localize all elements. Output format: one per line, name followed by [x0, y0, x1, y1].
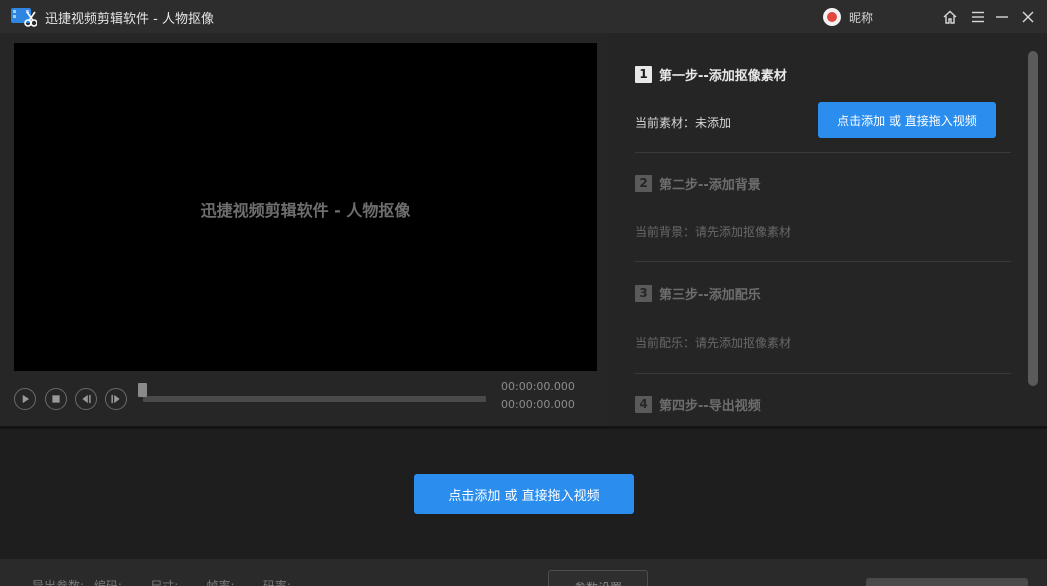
step-2-header: 2 第二步--添加背景: [635, 173, 1011, 193]
step-4-title: 第四步--导出视频: [659, 398, 761, 414]
total-time: 00:00:00.000: [501, 398, 575, 411]
playback-progress-bar[interactable]: [143, 396, 486, 402]
avatar-icon[interactable]: [823, 8, 841, 26]
current-time: 00:00:00.000: [501, 380, 575, 393]
current-background-status: 当前背景：请先添加抠像素材: [635, 225, 792, 239]
add-video-button[interactable]: 点击添加 或 直接拖入视频: [414, 474, 634, 514]
close-icon[interactable]: [1020, 9, 1036, 25]
step-3-header: 3 第三步--添加配乐: [635, 283, 1011, 303]
add-material-button[interactable]: 点击添加 或 直接拖入视频: [818, 102, 996, 138]
step-divider: [635, 261, 1011, 262]
step-1-title: 第一步--添加抠像素材: [659, 68, 787, 84]
playback-scrubber-handle[interactable]: [138, 383, 147, 397]
current-music-status: 当前配乐：请先添加抠像素材: [635, 336, 792, 350]
step-2-number: 2: [635, 174, 652, 192]
preview-placeholder-text: 迅捷视频剪辑软件 - 人物抠像: [200, 201, 411, 220]
prev-frame-icon[interactable]: [75, 388, 97, 410]
export-params-text: 导出参数: 编码: -- 尺寸: -- 帧率: -- 码率: --: [32, 579, 310, 586]
menu-icon[interactable]: [970, 9, 986, 25]
steps-panel: 1 第一步--添加抠像素材 当前素材：未添加 点击添加 或 直接拖入视频 2 第…: [607, 33, 1047, 426]
title-bar: 迅捷视频剪辑软件 - 人物抠像 昵称: [0, 0, 1047, 33]
steps-scrollbar[interactable]: [1028, 51, 1038, 386]
next-frame-icon[interactable]: [105, 388, 127, 410]
step-1: 1 第一步--添加抠像素材 当前素材：未添加 点击添加 或 直接拖入视频: [635, 64, 1011, 153]
stop-icon[interactable]: [45, 388, 67, 410]
user-account[interactable]: 昵称: [823, 8, 873, 26]
step-divider: [635, 373, 1011, 374]
drop-area[interactable]: 点击添加 或 直接拖入视频: [0, 429, 1047, 559]
step-3-number: 3: [635, 284, 652, 302]
play-icon[interactable]: [14, 388, 36, 410]
step-1-number: 1: [635, 65, 652, 83]
preview-panel: 迅捷视频剪辑软件 - 人物抠像 00:00:00.000 00:00:00.00…: [0, 33, 607, 426]
step-4-number: 4: [635, 395, 652, 413]
params-settings-button[interactable]: 参数设置: [548, 570, 648, 586]
step-1-header: 1 第一步--添加抠像素材: [635, 64, 1011, 84]
step-divider: [635, 152, 1011, 153]
app-window: 迅捷视频剪辑软件 - 人物抠像 昵称 迅捷视频剪辑软件 - 人物抠像 00:00…: [0, 0, 1047, 586]
step-2-title: 第二步--添加背景: [659, 177, 761, 193]
video-preview: 迅捷视频剪辑软件 - 人物抠像: [14, 43, 597, 371]
minimize-icon[interactable]: [994, 9, 1010, 25]
export-button[interactable]: [866, 578, 1028, 586]
home-icon[interactable]: [942, 9, 958, 25]
step-3: 3 第三步--添加配乐 当前配乐：请先添加抠像素材: [635, 283, 1011, 374]
footer-bar: 导出参数: 编码: -- 尺寸: -- 帧率: -- 码率: -- 参数设置: [0, 559, 1047, 586]
scissors-film-icon: [11, 8, 37, 27]
step-4: 4 第四步--导出视频: [635, 394, 1011, 414]
user-nickname[interactable]: 昵称: [849, 9, 873, 26]
step-2: 2 第二步--添加背景 当前背景：请先添加抠像素材: [635, 173, 1011, 262]
step-4-header: 4 第四步--导出视频: [635, 394, 1011, 414]
step-3-title: 第三步--添加配乐: [659, 287, 761, 303]
window-title: 迅捷视频剪辑软件 - 人物抠像: [45, 12, 214, 27]
current-material-status: 当前素材：未添加: [635, 116, 732, 130]
